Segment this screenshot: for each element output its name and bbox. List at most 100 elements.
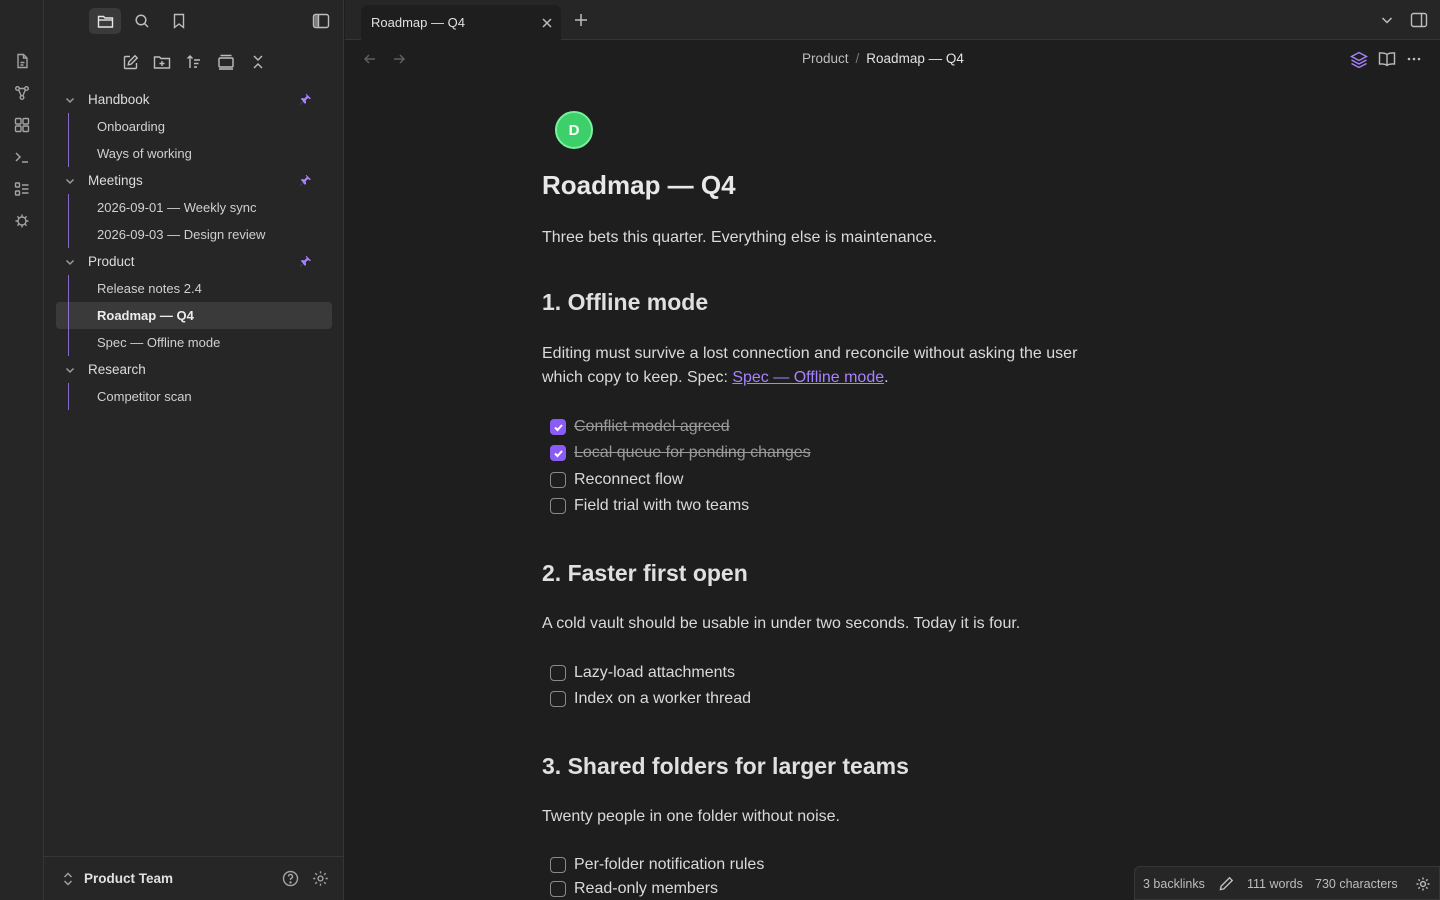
book-open-icon[interactable] — [1378, 51, 1396, 67]
pencil-icon[interactable] — [1219, 876, 1234, 891]
heading-faster-first-open: 2. Faster first open — [542, 560, 748, 586]
bookmark-icon — [173, 13, 185, 29]
breadcrumb: Product / Roadmap — Q4 — [802, 51, 964, 66]
breadcrumb-separator: / — [855, 51, 860, 66]
new-note-button[interactable] — [118, 50, 142, 74]
intro-paragraph: Three bets this quarter. Everything else… — [542, 229, 937, 246]
breadcrumb-parent[interactable]: Product — [802, 51, 849, 66]
chevron-down-icon — [65, 259, 75, 265]
sidebar-right-icon[interactable] — [1410, 12, 1428, 28]
vault-name[interactable]: Product Team — [84, 871, 173, 886]
task-checkbox[interactable] — [550, 881, 566, 897]
task-label: Conflict model agreed — [574, 418, 730, 435]
task-checkbox-checked[interactable] — [550, 419, 566, 435]
status-bar: 3 backlinks 111 words 730 characters — [1134, 866, 1440, 900]
task-checkbox[interactable] — [550, 472, 566, 488]
auto-reveal-button[interactable] — [214, 50, 238, 74]
task-checkbox[interactable] — [550, 857, 566, 873]
task-item: Read-only members — [550, 878, 718, 900]
folder-research[interactable]: Research — [56, 356, 332, 383]
canvas-icon[interactable] — [12, 115, 32, 135]
help-icon[interactable] — [282, 870, 299, 887]
character-count: 730 characters — [1315, 877, 1398, 891]
spec-link[interactable]: Spec — Offline mode — [732, 369, 884, 386]
task-checkbox[interactable] — [550, 691, 566, 707]
pin-icon — [300, 175, 311, 186]
file-roadmap-q4[interactable]: Roadmap — Q4 — [56, 302, 332, 329]
pin-icon — [300, 256, 311, 267]
folder-label: Handbook — [88, 92, 150, 107]
more-options-icon[interactable] — [1406, 51, 1422, 67]
folder-meetings[interactable]: Meetings — [56, 167, 332, 194]
task-item: Per-folder notification rules — [550, 854, 764, 876]
task-item: Reconnect flow — [550, 469, 683, 491]
file-spec-offline-mode[interactable]: Spec — Offline mode — [56, 329, 332, 356]
paragraph-end: . — [884, 369, 889, 386]
sync-status-icon[interactable] — [1415, 876, 1431, 892]
task-label: Read-only members — [574, 880, 719, 897]
backlinks-count[interactable]: 3 backlinks — [1143, 877, 1205, 891]
file-ways-of-working[interactable]: Ways of working — [56, 140, 332, 167]
check-icon — [553, 449, 563, 457]
new-tab-plus-icon[interactable] — [573, 12, 589, 28]
arrow-right-icon[interactable] — [391, 51, 407, 67]
terminal-icon[interactable] — [12, 147, 32, 167]
word-count: 111 words — [1247, 877, 1303, 891]
folder-label: Research — [88, 362, 146, 377]
layers-icon[interactable] — [1350, 51, 1368, 68]
chevron-down-icon[interactable] — [1380, 13, 1394, 27]
task-checkbox[interactable] — [550, 498, 566, 514]
folder-icon — [97, 15, 113, 28]
file-tree: Handbook Onboarding Ways of working Meet… — [56, 86, 332, 410]
file-release-notes[interactable]: Release notes 2.4 — [56, 275, 332, 302]
shared-folders-paragraph: Twenty people in one folder without nois… — [542, 808, 840, 825]
close-icon[interactable] — [539, 15, 555, 31]
file-onboarding[interactable]: Onboarding — [56, 113, 332, 140]
vault-bar: Product Team — [44, 856, 344, 900]
chevrons-up-down-icon[interactable] — [62, 871, 74, 887]
sort-button[interactable] — [182, 50, 206, 74]
chevron-down-icon — [65, 178, 75, 184]
breadcrumb-current[interactable]: Roadmap — Q4 — [866, 51, 964, 66]
sidebar-left-icon — [312, 13, 330, 29]
folder-handbook[interactable]: Handbook — [56, 86, 332, 113]
file-weekly-sync[interactable]: 2026-09-01 — Weekly sync — [56, 194, 332, 221]
task-label: Lazy-load attachments — [574, 664, 735, 681]
task-label: Field trial with two teams — [574, 497, 750, 514]
task-item: Index on a worker thread — [550, 688, 751, 710]
note-title: Roadmap — Q4 — [542, 170, 736, 200]
tab-roadmap-q4[interactable]: Roadmap — Q4 — [361, 5, 561, 40]
folder-children: Competitor scan — [56, 383, 332, 410]
task-label: Reconnect flow — [574, 471, 684, 488]
task-item: Local queue for pending changes — [550, 442, 811, 464]
tab-title: Roadmap — Q4 — [371, 15, 465, 30]
plugin-icon[interactable] — [12, 211, 32, 231]
search-icon — [135, 14, 149, 28]
task-item: Field trial with two teams — [550, 495, 749, 517]
offline-mode-paragraph: Editing must survive a lost connection a… — [542, 342, 1122, 390]
folder-children: Onboarding Ways of working — [56, 113, 332, 167]
pin-icon — [300, 94, 311, 105]
graph-view-icon[interactable] — [12, 83, 32, 103]
files-tab[interactable] — [89, 8, 121, 34]
file-design-review[interactable]: 2026-09-03 — Design review — [56, 221, 332, 248]
new-folder-button[interactable] — [150, 50, 174, 74]
ribbon — [0, 0, 44, 900]
daily-note-icon[interactable] — [12, 51, 32, 71]
file-competitor-scan[interactable]: Competitor scan — [56, 383, 332, 410]
task-checkbox[interactable] — [550, 665, 566, 681]
folder-children: Release notes 2.4 Roadmap — Q4 Spec — Of… — [56, 275, 332, 356]
gear-icon[interactable] — [312, 870, 329, 887]
tab-bar: Roadmap — Q4 — [345, 0, 1440, 40]
collapse-all-button[interactable] — [246, 50, 270, 74]
templates-icon[interactable] — [12, 179, 32, 199]
task-checkbox-checked[interactable] — [550, 445, 566, 461]
task-label: Index on a worker thread — [574, 690, 751, 707]
collapse-sidebar-button[interactable] — [305, 8, 337, 34]
bookmarks-tab[interactable] — [163, 8, 195, 34]
search-tab[interactable] — [126, 8, 158, 34]
folder-product[interactable]: Product — [56, 248, 332, 275]
task-label: Local queue for pending changes — [574, 444, 811, 461]
task-item: Conflict model agreed — [550, 416, 730, 438]
arrow-left-icon[interactable] — [362, 51, 378, 67]
